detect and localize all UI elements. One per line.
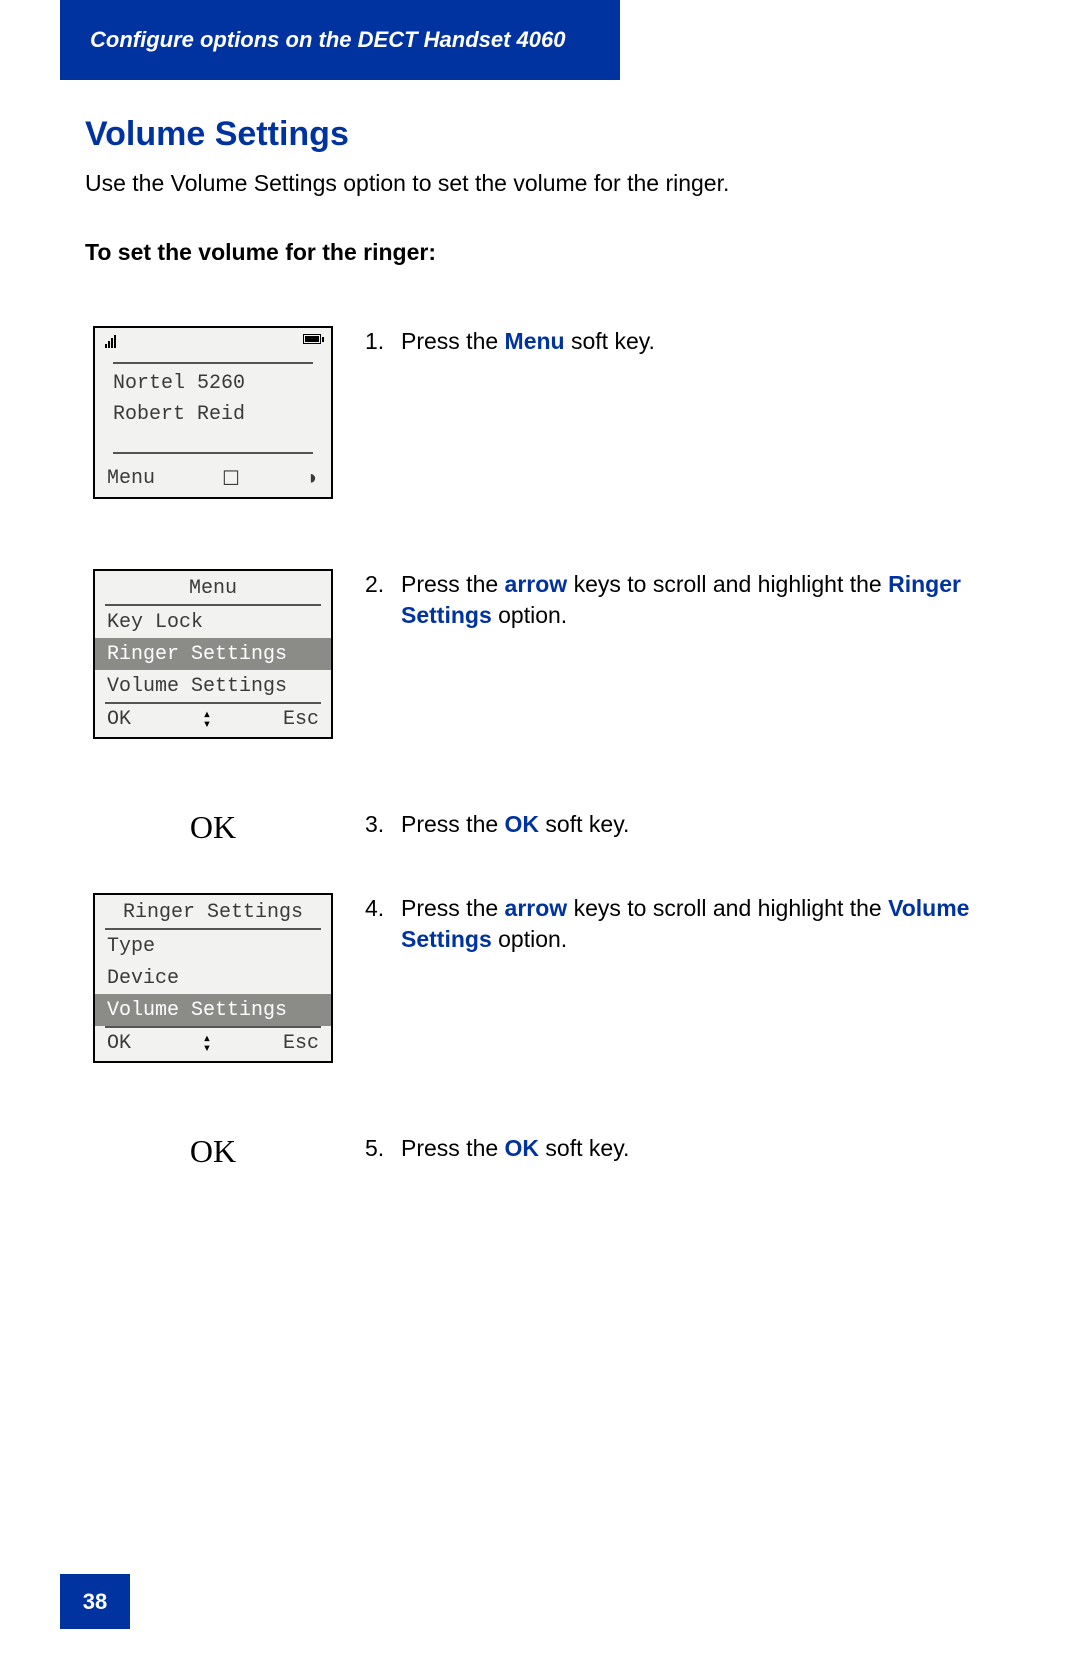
softkey-left: OK	[107, 1032, 131, 1055]
step-number: 2.	[365, 569, 401, 631]
intro-text: Use the Volume Settings option to set th…	[85, 170, 1005, 197]
ok-label: OK	[93, 809, 333, 843]
step-row: Menu Key Lock Ringer Settings Volume Set…	[85, 569, 1005, 739]
menu-title: Menu	[95, 571, 331, 604]
page-number: 38	[60, 1574, 130, 1629]
handset-line2: Robert Reid	[113, 399, 313, 430]
step-text: Press the arrow keys to scroll and highl…	[401, 569, 1005, 631]
handset-line1: Nortel 5260	[113, 368, 313, 399]
section-title: Volume Settings	[85, 115, 1005, 154]
menu-item: Key Lock	[95, 606, 331, 638]
step-number: 5.	[365, 1133, 401, 1164]
step-number: 1.	[365, 326, 401, 357]
menu-item: Type	[95, 930, 331, 962]
page-content: Volume Settings Use the Volume Settings …	[85, 115, 1005, 1237]
menu-item: Volume Settings	[95, 670, 331, 702]
step-text: Press the OK soft key.	[401, 809, 1005, 840]
keyword-ok: OK	[505, 811, 540, 837]
updown-arrows-icon	[203, 710, 211, 730]
step-text: Press the OK soft key.	[401, 1133, 1005, 1164]
handset-screen-menu: Menu Key Lock Ringer Settings Volume Set…	[93, 569, 333, 739]
chapter-header: Configure options on the DECT Handset 40…	[60, 0, 620, 80]
procedure-heading: To set the volume for the ringer:	[85, 239, 1005, 266]
menu-item-selected: Volume Settings	[95, 994, 331, 1026]
keyword-arrow: arrow	[505, 571, 568, 597]
softkey-right: Esc	[283, 708, 319, 731]
keyword-menu: Menu	[505, 328, 565, 354]
menu-title: Ringer Settings	[95, 895, 331, 928]
step-row: OK 3. Press the OK soft key.	[85, 809, 1005, 843]
step-row: OK 5. Press the OK soft key.	[85, 1133, 1005, 1167]
menu-item: Device	[95, 962, 331, 994]
softkey-left: Menu	[107, 467, 155, 490]
step-row: Nortel 5260 Robert Reid Menu ☐ ◗ 1. Pres…	[85, 326, 1005, 499]
battery-icon	[303, 334, 321, 344]
redial-icon: ◗	[307, 467, 319, 490]
step-text: Press the arrow keys to scroll and highl…	[401, 893, 1005, 955]
keyword-arrow: arrow	[505, 895, 568, 921]
signal-icon	[105, 334, 116, 348]
ok-label: OK	[93, 1133, 333, 1167]
handset-screen-home: Nortel 5260 Robert Reid Menu ☐ ◗	[93, 326, 333, 499]
step-number: 4.	[365, 893, 401, 955]
softkey-right: Esc	[283, 1032, 319, 1055]
step-text: Press the Menu soft key.	[401, 326, 1005, 357]
handset-screen-ringer: Ringer Settings Type Device Volume Setti…	[93, 893, 333, 1063]
updown-arrows-icon	[203, 1034, 211, 1054]
keyword-ok: OK	[505, 1135, 540, 1161]
step-row: Ringer Settings Type Device Volume Setti…	[85, 893, 1005, 1063]
step-number: 3.	[365, 809, 401, 840]
menu-item-selected: Ringer Settings	[95, 638, 331, 670]
chapter-title: Configure options on the DECT Handset 40…	[90, 27, 565, 53]
book-icon: ☐	[222, 466, 240, 491]
softkey-left: OK	[107, 708, 131, 731]
